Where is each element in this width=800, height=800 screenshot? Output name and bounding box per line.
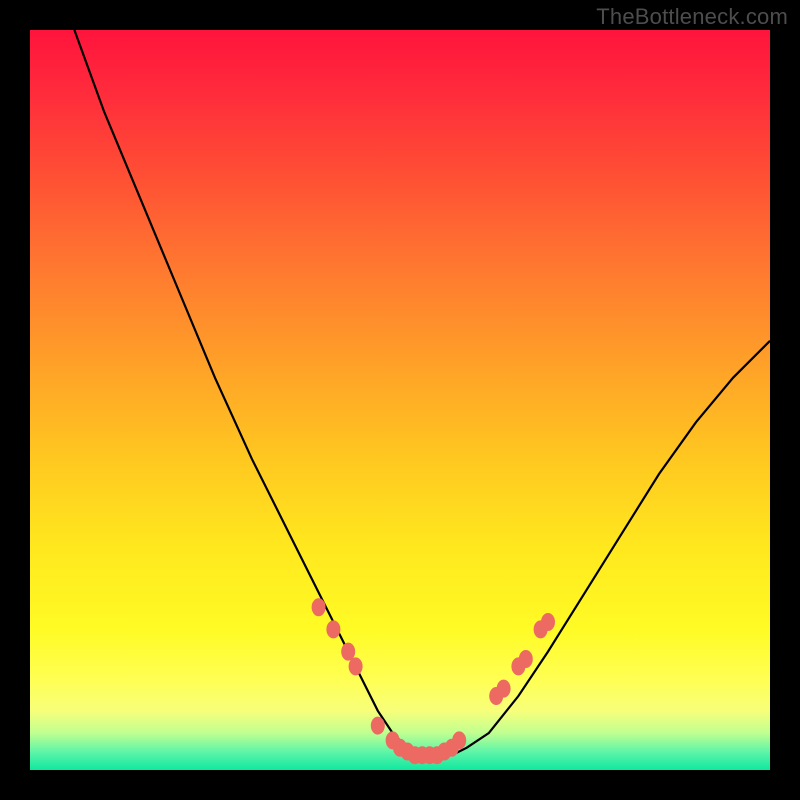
data-marker: [371, 717, 385, 735]
plot-area: [30, 30, 770, 770]
data-marker: [452, 731, 466, 749]
bottleneck-curve: [74, 30, 770, 755]
chart-frame: TheBottleneck.com: [0, 0, 800, 800]
data-marker: [519, 650, 533, 668]
marker-group: [312, 598, 555, 764]
watermark-text: TheBottleneck.com: [596, 4, 788, 30]
data-marker: [312, 598, 326, 616]
data-marker: [341, 643, 355, 661]
data-marker: [349, 657, 363, 675]
data-marker: [497, 680, 511, 698]
data-marker: [326, 620, 340, 638]
chart-svg: [30, 30, 770, 770]
data-marker: [541, 613, 555, 631]
